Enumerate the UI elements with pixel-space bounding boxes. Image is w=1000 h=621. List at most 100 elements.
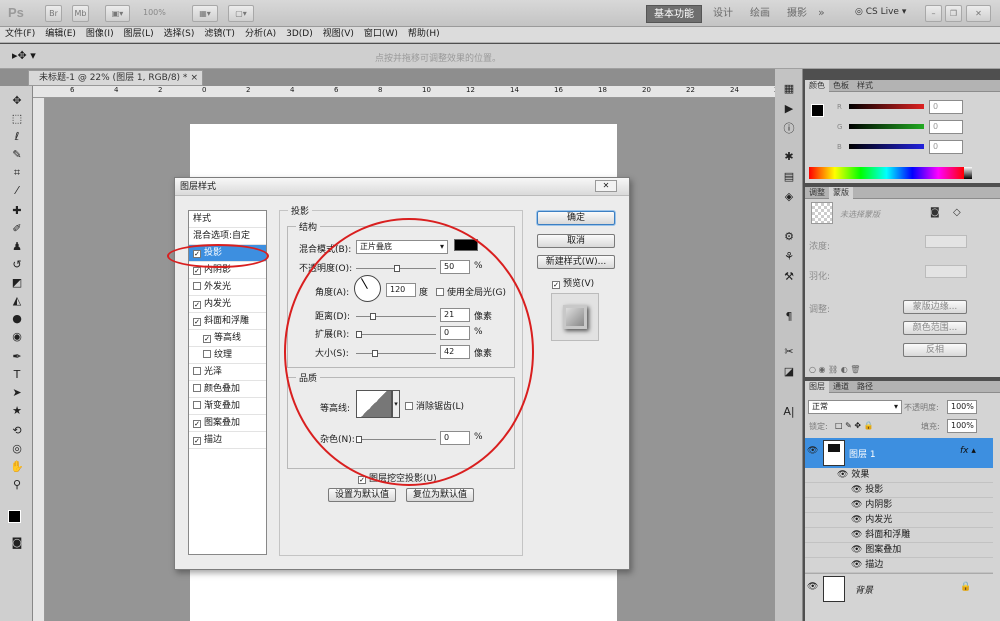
channel-value[interactable]: 0 xyxy=(929,140,963,154)
bridge-button[interactable]: Br xyxy=(45,5,62,22)
layer-row-layer1[interactable]: 👁 图层 1 fx ▴ xyxy=(805,438,993,468)
tab-layers[interactable]: 图层 xyxy=(805,381,829,393)
layer-opacity-input[interactable]: 100% xyxy=(947,400,977,414)
fill-input[interactable]: 100% xyxy=(947,419,977,433)
background-layer-name[interactable]: 背景 xyxy=(855,583,873,596)
tab-channels[interactable]: 通道 xyxy=(829,381,853,393)
menu-item[interactable]: 编辑(E) xyxy=(40,27,81,42)
stamp-tool-icon[interactable]: ♟ xyxy=(7,238,27,255)
effect-item[interactable]: 👁 图案叠加 xyxy=(805,543,993,558)
make-default-button[interactable]: 设置为默认值 xyxy=(328,488,396,502)
actions-panel-icon[interactable]: ▶ xyxy=(780,101,798,117)
swatches-mini-icon[interactable]: ◪ xyxy=(780,364,798,380)
effect-item[interactable]: 👁 投影 xyxy=(805,483,993,498)
pixel-mask-icon[interactable]: ◙ xyxy=(930,207,940,218)
style-item[interactable]: ✓ 等高线 xyxy=(189,330,266,347)
style-checkbox[interactable] xyxy=(193,401,201,409)
fx-icon[interactable]: fx ▴ xyxy=(960,446,976,456)
invert-button[interactable]: 反相 xyxy=(903,343,967,357)
layer1-name[interactable]: 图层 1 xyxy=(849,447,876,460)
shape-tool-icon[interactable]: ★ xyxy=(7,402,27,419)
brush-presets-icon[interactable]: ⚙ xyxy=(780,229,798,245)
color-foreground-swatch[interactable] xyxy=(811,104,824,117)
pen-tool-icon[interactable]: ✒ xyxy=(7,348,27,365)
crop-tool-icon[interactable]: ⌗ xyxy=(7,164,27,181)
hand-tool-icon[interactable]: ✋ xyxy=(7,458,27,475)
quick-select-tool-icon[interactable]: ✎ xyxy=(7,146,27,163)
minibridge-button[interactable]: Mb xyxy=(72,5,89,22)
dialog-close-icon[interactable]: ✕ xyxy=(595,180,617,192)
style-item[interactable]: 颜色叠加 xyxy=(189,381,266,398)
move-tool-icon[interactable]: ✥ xyxy=(7,92,27,109)
more-workspaces-icon[interactable]: » xyxy=(818,6,825,19)
move-tool-preset-icon[interactable]: ▸✥ ▾ xyxy=(12,49,36,62)
style-checkbox[interactable]: ✓ xyxy=(193,301,201,309)
workspace-painting[interactable]: 绘画 xyxy=(743,5,777,23)
menu-item[interactable]: 窗口(W) xyxy=(359,27,403,42)
3d-rotate-tool-icon[interactable]: ⟲ xyxy=(7,422,27,439)
quick-mask-icon[interactable]: ◙ xyxy=(7,534,27,551)
clone-source-icon[interactable]: ⚘ xyxy=(780,249,798,265)
menu-item[interactable]: 图层(L) xyxy=(119,27,159,42)
eyedropper-tool-icon[interactable]: ⁄ xyxy=(7,182,27,199)
style-checkbox[interactable]: ✓ xyxy=(193,318,201,326)
channel-slider[interactable] xyxy=(849,124,924,129)
paint-bucket-tool-icon[interactable]: ◭ xyxy=(7,292,27,309)
tab-styles[interactable]: 样式 xyxy=(853,80,877,92)
3d-orbit-tool-icon[interactable]: ◎ xyxy=(7,440,27,457)
grayscale-ramp[interactable] xyxy=(964,167,972,179)
style-checkbox[interactable] xyxy=(193,384,201,392)
cancel-button[interactable]: 取消 xyxy=(537,234,615,248)
eraser-tool-icon[interactable]: ◩ xyxy=(7,274,27,291)
vector-mask-icon[interactable]: ◇ xyxy=(953,207,961,218)
minimize-button[interactable]: – xyxy=(925,5,942,22)
effect-item[interactable]: 👁 斜面和浮雕 xyxy=(805,528,993,543)
histogram-panel-icon[interactable]: ▤ xyxy=(780,169,798,185)
menu-item[interactable]: 文件(F) xyxy=(0,27,40,42)
blur-tool-icon[interactable]: ● xyxy=(7,310,27,327)
style-item[interactable]: 光泽 xyxy=(189,364,266,381)
menu-item[interactable]: 3D(D) xyxy=(281,27,318,42)
eye-icon[interactable]: 👁 xyxy=(837,470,848,480)
eye-icon[interactable]: 👁 xyxy=(851,515,865,525)
eye-icon[interactable]: 👁 xyxy=(851,485,865,495)
tab-masks[interactable]: 蒙版 xyxy=(829,187,853,199)
history-panel-icon[interactable]: ▦ xyxy=(780,81,798,97)
zoom-level[interactable]: 100% xyxy=(143,8,166,17)
workspace-design[interactable]: 设计 xyxy=(706,5,740,23)
3d-panel-icon[interactable]: ✱ xyxy=(780,149,798,165)
eye-icon[interactable]: 👁 xyxy=(851,560,865,570)
style-item[interactable]: ✓ 图案叠加 xyxy=(189,415,266,432)
channel-slider[interactable] xyxy=(849,144,924,149)
reset-default-button[interactable]: 复位为默认值 xyxy=(406,488,474,502)
arrange-documents-button[interactable]: ▦▾ xyxy=(192,5,218,22)
feather-input[interactable] xyxy=(925,265,967,278)
character-panel-icon[interactable]: A| xyxy=(780,404,798,420)
close-icon[interactable]: ✕ xyxy=(966,5,991,22)
blending-options-item[interactable]: 混合选项:自定 xyxy=(189,228,266,245)
menu-item[interactable]: 帮助(H) xyxy=(403,27,445,42)
lock-icons[interactable]: □ ✎ ✥ 🔒 xyxy=(835,421,874,430)
menu-item[interactable]: 视图(V) xyxy=(318,27,359,42)
style-checkbox[interactable]: ✓ xyxy=(193,437,201,445)
marquee-tool-icon[interactable]: ⬚ xyxy=(7,110,27,127)
menu-item[interactable]: 滤镜(T) xyxy=(199,27,240,42)
style-checkbox[interactable]: ✓ xyxy=(203,335,211,343)
style-checkbox[interactable] xyxy=(193,282,201,290)
style-checkbox[interactable]: ✓ xyxy=(193,420,201,428)
paragraph-panel-icon[interactable]: ¶ xyxy=(780,309,798,325)
channel-slider[interactable] xyxy=(849,104,924,109)
menu-item[interactable]: 分析(A) xyxy=(240,27,281,42)
tab-swatches[interactable]: 色板 xyxy=(829,80,853,92)
dodge-tool-icon[interactable]: ◉ xyxy=(7,328,27,345)
tab-paths[interactable]: 路径 xyxy=(853,381,877,393)
ok-button[interactable]: 确定 xyxy=(537,211,615,225)
foreground-color-swatch[interactable] xyxy=(8,510,21,523)
menu-item[interactable]: 选择(S) xyxy=(159,27,200,42)
effects-header[interactable]: 👁 效果 xyxy=(805,468,993,483)
new-style-button[interactable]: 新建样式(W)... xyxy=(537,255,615,269)
style-item[interactable]: 渐变叠加 xyxy=(189,398,266,415)
mask-edge-button[interactable]: 蒙版边缘... xyxy=(903,300,967,314)
blend-mode-dropdown[interactable]: 正常 ▾ xyxy=(808,400,902,414)
effect-item[interactable]: 👁 内阴影 xyxy=(805,498,993,513)
